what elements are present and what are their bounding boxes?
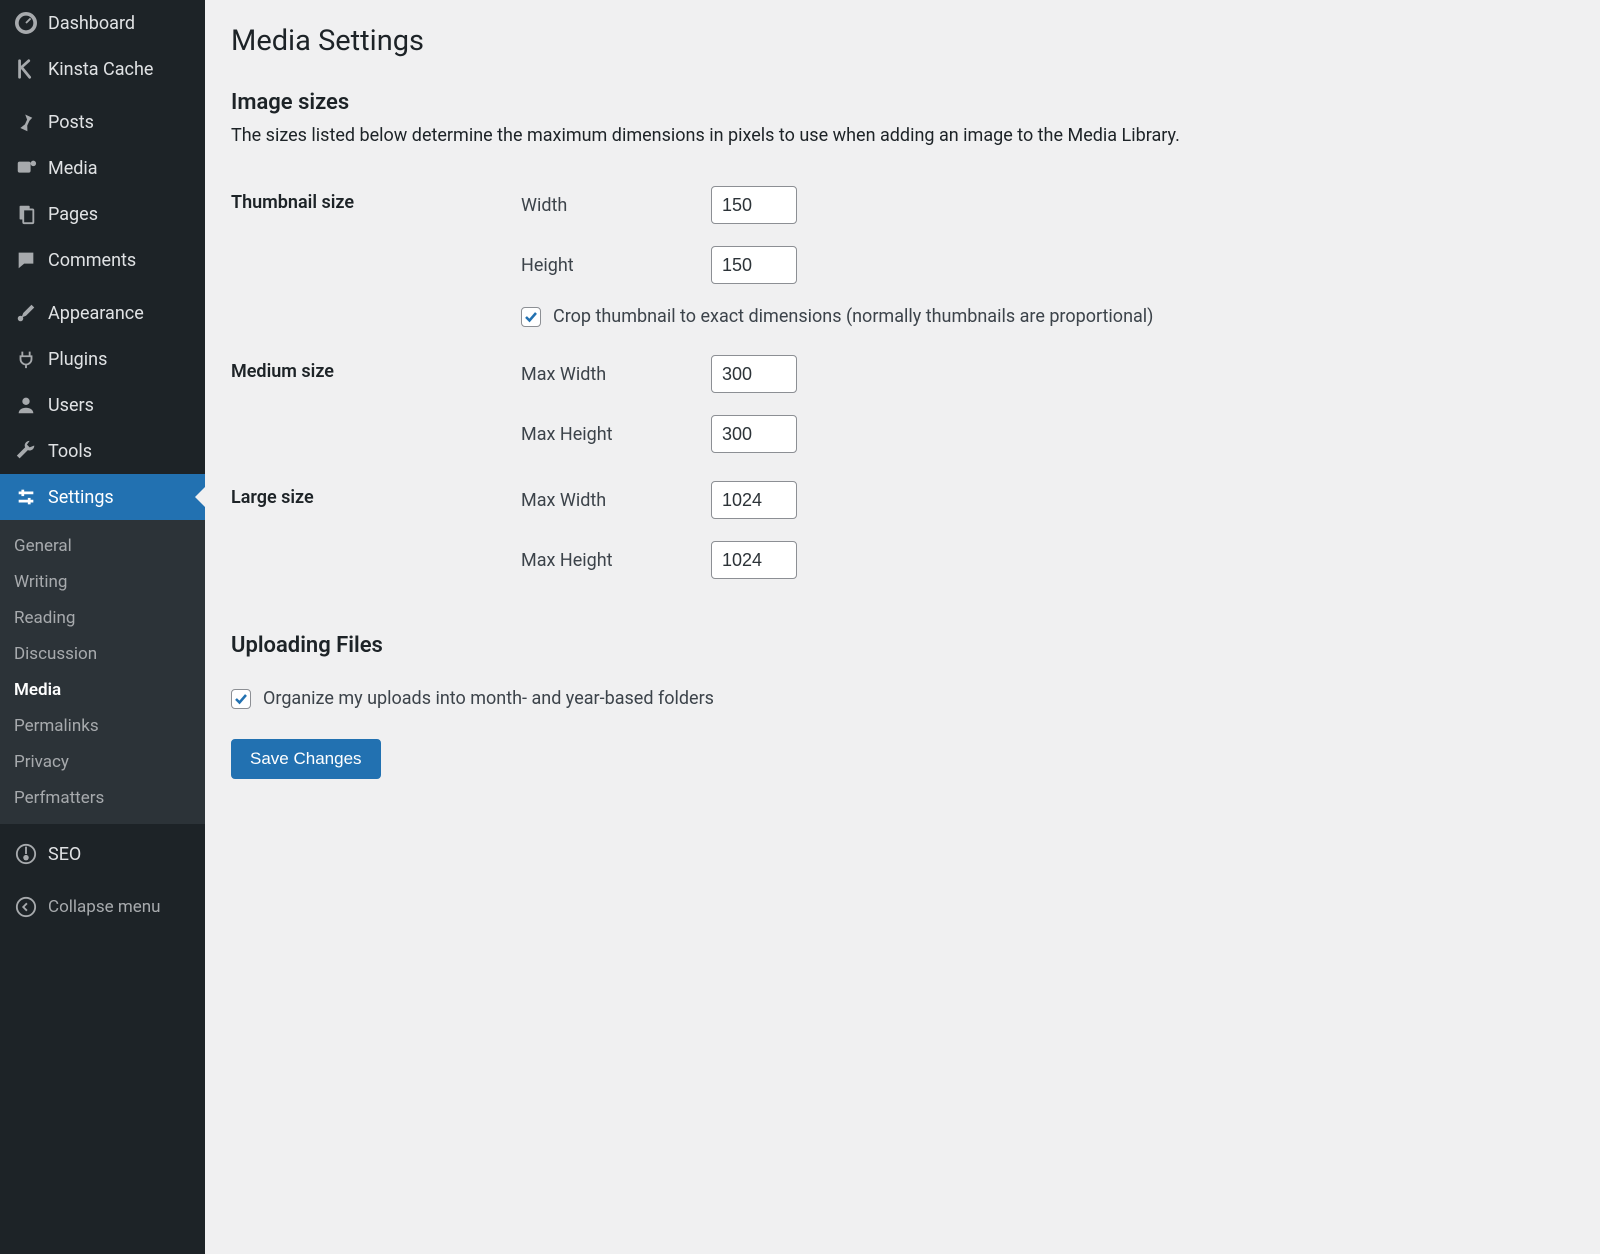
thumbnail-width-input[interactable] [711, 186, 797, 224]
sidebar-item-label: Media [48, 158, 98, 179]
thumbnail-height-label: Height [521, 255, 711, 276]
sidebar-item-label: SEO [48, 844, 81, 865]
sidebar-item-seo[interactable]: SEO [0, 831, 205, 877]
collapse-icon [14, 895, 38, 919]
sidebar-item-media[interactable]: Media [0, 145, 205, 191]
sidebar-item-label: Users [48, 395, 94, 416]
large-height-input[interactable] [711, 541, 797, 579]
sidebar-item-label: Settings [48, 487, 114, 508]
save-changes-button[interactable]: Save Changes [231, 739, 381, 779]
seo-icon [14, 842, 38, 866]
large-width-label: Max Width [521, 490, 711, 511]
image-sizes-description: The sizes listed below determine the max… [231, 125, 1574, 146]
dashboard-icon [14, 11, 38, 35]
submenu-item-permalinks[interactable]: Permalinks [0, 708, 205, 744]
sidebar-item-label: Posts [48, 112, 94, 133]
sidebar-item-label: Dashboard [48, 13, 135, 34]
users-icon [14, 393, 38, 417]
uploading-files-heading: Uploading Files [231, 633, 1574, 658]
sidebar-item-label: Kinsta Cache [48, 59, 153, 80]
sidebar-item-dashboard[interactable]: Dashboard [0, 0, 205, 46]
menu-separator [0, 92, 205, 99]
thumbnail-crop-checkbox[interactable] [521, 307, 541, 327]
media-icon [14, 156, 38, 180]
submenu-item-discussion[interactable]: Discussion [0, 636, 205, 672]
thumbnail-height-input[interactable] [711, 246, 797, 284]
sidebar-item-comments[interactable]: Comments [0, 237, 205, 283]
submenu-item-privacy[interactable]: Privacy [0, 744, 205, 780]
medium-width-label: Max Width [521, 364, 711, 385]
pages-icon [14, 202, 38, 226]
collapse-menu-button[interactable]: Collapse menu [0, 883, 205, 931]
sidebar-item-plugins[interactable]: Plugins [0, 336, 205, 382]
sidebar-item-posts[interactable]: Posts [0, 99, 205, 145]
sidebar-item-tools[interactable]: Tools [0, 428, 205, 474]
settings-icon [14, 485, 38, 509]
admin-sidebar: Dashboard Kinsta Cache Posts Media Pages… [0, 0, 205, 1254]
submenu-item-writing[interactable]: Writing [0, 564, 205, 600]
organize-uploads-label: Organize my uploads into month- and year… [263, 688, 714, 709]
image-sizes-table: Thumbnail size Width Height Crop thumbna… [231, 172, 1574, 593]
kinsta-icon [14, 57, 38, 81]
settings-submenu: General Writing Reading Discussion Media… [0, 520, 205, 824]
sidebar-item-label: Pages [48, 204, 98, 225]
sidebar-item-label: Plugins [48, 349, 107, 370]
sidebar-item-pages[interactable]: Pages [0, 191, 205, 237]
menu-separator [0, 824, 205, 831]
plug-icon [14, 347, 38, 371]
pin-icon [14, 110, 38, 134]
sidebar-item-label: Tools [48, 441, 92, 462]
comments-icon [14, 248, 38, 272]
submenu-item-reading[interactable]: Reading [0, 600, 205, 636]
collapse-menu-label: Collapse menu [48, 897, 161, 917]
sidebar-item-settings[interactable]: Settings [0, 474, 205, 520]
tools-icon [14, 439, 38, 463]
large-height-label: Max Height [521, 550, 711, 571]
medium-width-input[interactable] [711, 355, 797, 393]
large-row-label: Large size [231, 467, 521, 593]
sidebar-item-kinsta-cache[interactable]: Kinsta Cache [0, 46, 205, 92]
image-sizes-heading: Image sizes [231, 90, 1574, 115]
submenu-item-general[interactable]: General [0, 528, 205, 564]
submenu-item-perfmatters[interactable]: Perfmatters [0, 780, 205, 816]
medium-row-label: Medium size [231, 341, 521, 467]
sidebar-item-appearance[interactable]: Appearance [0, 290, 205, 336]
medium-height-label: Max Height [521, 424, 711, 445]
organize-uploads-checkbox[interactable] [231, 689, 251, 709]
main-content: Media Settings Image sizes The sizes lis… [205, 0, 1600, 1254]
sidebar-item-label: Appearance [48, 303, 144, 324]
medium-height-input[interactable] [711, 415, 797, 453]
sidebar-item-label: Comments [48, 250, 136, 271]
menu-separator [0, 283, 205, 290]
sidebar-item-users[interactable]: Users [0, 382, 205, 428]
large-width-input[interactable] [711, 481, 797, 519]
brush-icon [14, 301, 38, 325]
thumbnail-width-label: Width [521, 195, 711, 216]
thumbnail-row-label: Thumbnail size [231, 172, 521, 341]
page-title: Media Settings [231, 12, 1574, 76]
thumbnail-crop-label: Crop thumbnail to exact dimensions (norm… [553, 306, 1153, 327]
submenu-item-media[interactable]: Media [0, 672, 205, 708]
